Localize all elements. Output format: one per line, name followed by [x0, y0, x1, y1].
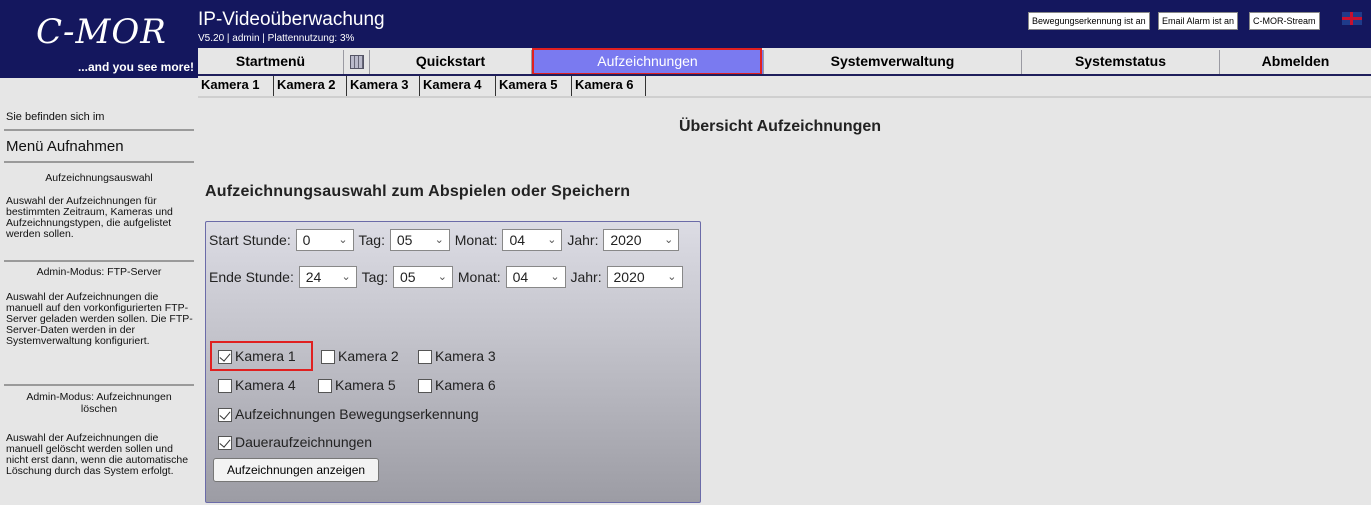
end-month-label: Monat: [457, 269, 501, 285]
sidebar: Sie befinden sich im Menü Aufnahmen Aufz… [0, 78, 198, 505]
nav-system-admin[interactable]: Systemverwaltung [764, 50, 1022, 74]
cam-tab-6[interactable]: Kamera 6 [572, 76, 646, 96]
sidebar-section-head: Admin-Modus: FTP-Server [36, 266, 162, 278]
chevron-down-icon: ⌄ [547, 234, 557, 246]
sidebar-section-text: Auswahl der Aufzeichnungen die manuell a… [6, 291, 193, 347]
section-title: Aufzeichnungsauswahl zum Abspielen oder … [205, 183, 631, 200]
sidebar-divider [4, 161, 194, 163]
checkbox[interactable] [318, 379, 332, 394]
continuous-recordings-checkbox[interactable]: Daueraufzeichnungen [218, 434, 372, 451]
sidebar-section-head: Aufzeichnungsauswahl [45, 172, 153, 184]
checkbox-checked[interactable] [218, 408, 232, 423]
chevron-down-icon: ⌄ [667, 271, 677, 283]
motion-recordings-checkbox[interactable]: Aufzeichnungen Bewegungserkennung [218, 406, 479, 423]
cam-tab-3[interactable]: Kamera 3 [347, 76, 420, 96]
camera-checkbox-3[interactable]: Kamera 3 [418, 348, 496, 365]
grid-icon [349, 55, 364, 69]
start-year-label: Jahr: [567, 232, 599, 248]
email-alarm-status-button[interactable]: Email Alarm ist an [1158, 12, 1239, 30]
end-month-select[interactable]: 04 ⌄ [505, 266, 566, 288]
sidebar-divider [4, 260, 194, 262]
chevron-down-icon: ⌄ [341, 271, 351, 283]
start-row: Start Stunde: 0 ⌄ Tag: 05 ⌄ Monat: 04 ⌄ Jah… [209, 229, 680, 251]
checkbox[interactable] [218, 379, 232, 394]
motion-status-button[interactable]: Bewegungserkennung ist an [1028, 12, 1150, 30]
end-row: Ende Stunde: 24 ⌄ Tag: 05 ⌄ Monat: 04 ⌄ Jah… [209, 266, 684, 288]
main-nav: Startmenü Quickstart Aufzeichnungen Syst… [198, 50, 1371, 74]
camera-checkbox-2[interactable]: Kamera 2 [321, 348, 399, 365]
app-title: IP-Videoüberwachung [198, 9, 385, 30]
page-title: Übersicht Aufzeichnungen [678, 118, 882, 135]
start-hour-select[interactable]: 0 ⌄ [295, 229, 354, 251]
nav-system-status[interactable]: Systemstatus [1022, 50, 1220, 74]
sidebar-divider [4, 129, 194, 131]
location-label: Sie befinden sich im [6, 111, 105, 123]
sidebar-section-head: Admin-Modus: Aufzeichnungen löschen [26, 391, 172, 415]
sidebar-section-text: Auswahl der Aufzeichnungen für bestimmte… [6, 195, 173, 240]
chevron-down-icon: ⌄ [437, 271, 447, 283]
sidebar-divider [4, 384, 194, 386]
start-month-label: Monat: [454, 232, 498, 248]
chevron-down-icon: ⌄ [338, 234, 348, 246]
end-year-label: Jahr: [570, 269, 602, 285]
highlight-box-nav [532, 48, 762, 75]
cam-tab-5[interactable]: Kamera 5 [496, 76, 572, 96]
logo: C-MOR ...and you see more! [0, 0, 198, 78]
checkbox[interactable] [321, 350, 335, 365]
chevron-down-icon: ⌄ [664, 234, 674, 246]
uk-flag-icon[interactable] [1342, 12, 1362, 25]
sidebar-section-text: Auswahl der Aufzeichnungen die manuell g… [6, 432, 189, 477]
camera-checkbox-4[interactable]: Kamera 4 [218, 377, 296, 394]
cam-tab-4[interactable]: Kamera 4 [420, 76, 496, 96]
menu-title: Menü Aufnahmen [6, 138, 124, 155]
camera-checkbox-5[interactable]: Kamera 5 [318, 377, 396, 394]
end-day-select[interactable]: 05 ⌄ [393, 266, 453, 288]
nav-quickstart[interactable]: Quickstart [370, 50, 532, 74]
start-year-select[interactable]: 2020 ⌄ [603, 229, 680, 251]
checkbox-checked[interactable] [218, 436, 232, 451]
app-subtitle: V5.20 | admin | Plattennutzung: 3% [198, 33, 355, 44]
highlight-box-camera [210, 341, 313, 371]
end-hour-select[interactable]: 24 ⌄ [298, 266, 357, 288]
chevron-down-icon: ⌄ [550, 271, 560, 283]
cam-tab-2[interactable]: Kamera 2 [274, 76, 347, 96]
end-year-select[interactable]: 2020 ⌄ [606, 266, 683, 288]
checkbox[interactable] [418, 350, 432, 365]
nav-grid-icon[interactable] [344, 50, 370, 74]
stream-button[interactable]: C-MOR-Stream [1249, 12, 1320, 30]
start-month-select[interactable]: 04 ⌄ [502, 229, 563, 251]
end-day-label: Tag: [361, 269, 389, 285]
end-label: Ende Stunde: [209, 269, 294, 285]
cam-tab-1[interactable]: Kamera 1 [198, 76, 274, 96]
nav-startmenu[interactable]: Startmenü [198, 50, 344, 74]
tagline: ...and you see more! [77, 60, 194, 74]
chevron-down-icon: ⌄ [434, 234, 444, 246]
checkbox[interactable] [418, 379, 432, 394]
show-recordings-button[interactable]: Aufzeichnungen anzeigen [213, 458, 379, 482]
start-label: Start Stunde: [209, 232, 291, 248]
nav-logout[interactable]: Abmelden [1220, 50, 1371, 74]
camera-nav-divider [198, 96, 1371, 98]
brand-logo: C-MOR [36, 12, 167, 52]
start-day-label: Tag: [358, 232, 385, 248]
camera-checkbox-6[interactable]: Kamera 6 [418, 377, 496, 394]
start-day-select[interactable]: 05 ⌄ [389, 229, 450, 251]
